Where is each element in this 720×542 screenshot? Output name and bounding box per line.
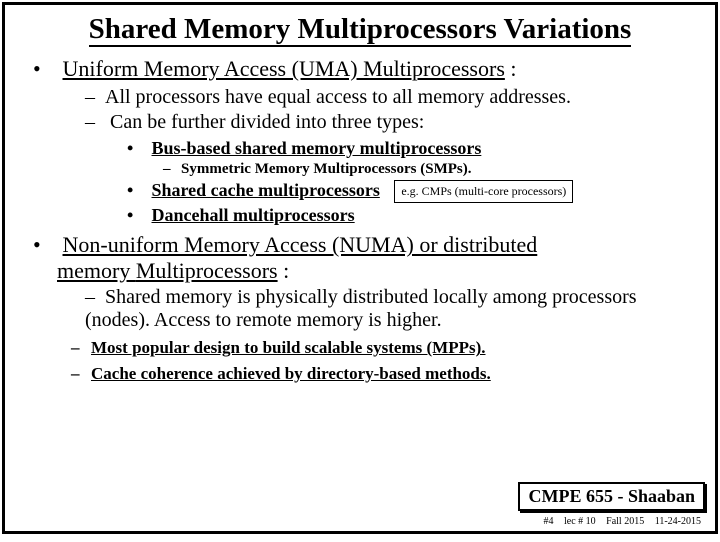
- uma-sublist: All processors have equal access to all …: [85, 86, 701, 226]
- uma-types: Bus-based shared memory multiprocessors …: [127, 138, 701, 226]
- type-shared: Shared cache multiprocessors e.g. CMPs (…: [127, 180, 701, 203]
- footer-page: #4: [543, 516, 553, 527]
- type-bus-sub: Symmetric Memory Multiprocessors (SMPs).: [163, 161, 701, 178]
- footer-course: CMPE 655 - Shaaban: [528, 486, 695, 506]
- footer-term: Fall 2015: [606, 516, 644, 527]
- footer-lec: lec # 10: [564, 516, 596, 527]
- numa-head-a: Non-uniform Memory Access (NUMA) or dist…: [63, 232, 538, 257]
- type-bus-text: Bus-based shared memory multiprocessors: [152, 138, 482, 158]
- shared-callout: e.g. CMPs (multi-core processors): [394, 180, 573, 203]
- uma-sub-1: All processors have equal access to all …: [85, 86, 701, 109]
- slide-title: Shared Memory Multiprocessors Variations: [19, 13, 701, 46]
- type-bus-smp: Symmetric Memory Multiprocessors (SMPs).: [163, 161, 701, 178]
- numa-sub-1: Shared memory is physically distributed …: [85, 286, 701, 332]
- type-dancehall-text: Dancehall multiprocessors: [152, 205, 355, 225]
- content-list: Uniform Memory Access (UMA) Multiprocess…: [33, 56, 701, 384]
- type-dancehall: Dancehall multiprocessors: [127, 205, 701, 226]
- uma-tail: :: [505, 56, 517, 81]
- bullet-numa: Non-uniform Memory Access (NUMA) or dist…: [33, 232, 701, 384]
- slide-frame: Shared Memory Multiprocessors Variations…: [2, 2, 718, 534]
- footer-course-box: CMPE 655 - Shaaban: [518, 482, 705, 511]
- title-text: Shared Memory Multiprocessors Variations: [89, 13, 632, 47]
- numa-sub-2-text: Most popular design to build scalable sy…: [91, 338, 486, 357]
- numa-sublist: Shared memory is physically distributed …: [85, 286, 701, 332]
- type-shared-text: Shared cache multiprocessors: [152, 180, 380, 200]
- numa-sub-2: Most popular design to build scalable sy…: [71, 338, 701, 358]
- uma-heading: Uniform Memory Access (UMA) Multiprocess…: [63, 56, 505, 81]
- numa-sublist-b: Most popular design to build scalable sy…: [71, 338, 701, 384]
- footer-date: 11-24-2015: [655, 516, 701, 527]
- uma-sub-2-text: Can be further divided into three types:: [110, 111, 424, 133]
- type-bus: Bus-based shared memory multiprocessors …: [127, 138, 701, 178]
- numa-sub-3-text: Cache coherence achieved by directory-ba…: [91, 364, 491, 383]
- numa-sub-3: Cache coherence achieved by directory-ba…: [71, 364, 701, 384]
- uma-sub-2: Can be further divided into three types:…: [85, 111, 701, 226]
- numa-head-b2: Multiprocessors: [136, 258, 278, 283]
- bullet-uma: Uniform Memory Access (UMA) Multiprocess…: [33, 56, 701, 226]
- numa-head-b3: :: [278, 258, 290, 283]
- footer-meta: #4 lec # 10 Fall 2015 11-24-2015: [535, 516, 701, 527]
- numa-head-b1: memory: [57, 258, 136, 283]
